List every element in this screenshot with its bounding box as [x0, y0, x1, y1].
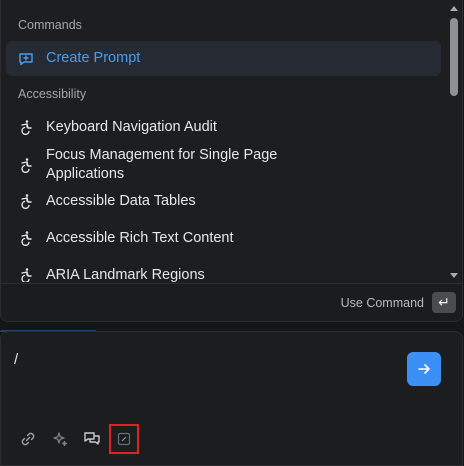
sparkle-icon: [53, 432, 68, 447]
link-icon: [21, 432, 35, 446]
command-list[interactable]: Commands Create Prompt Accessibility Key…: [1, 0, 449, 282]
accessibility-icon: [18, 157, 34, 173]
command-focus-management[interactable]: Focus Management for Single Page Applica…: [6, 145, 441, 185]
enter-key-icon[interactable]: ↵: [432, 292, 456, 313]
scrollbar[interactable]: [450, 6, 458, 278]
command-label: ARIA Landmark Regions: [46, 266, 205, 283]
scroll-down-arrow-icon[interactable]: [450, 273, 458, 278]
accessibility-icon: [18, 193, 34, 209]
send-button[interactable]: [407, 352, 441, 386]
palette-footer: Use Command ↵: [1, 283, 462, 321]
accessibility-icon: [18, 119, 34, 135]
chat-button[interactable]: [77, 424, 107, 454]
command-label: Create Prompt: [46, 50, 141, 66]
command-label: Accessible Rich Text Content: [46, 229, 234, 246]
enhance-button[interactable]: [45, 424, 75, 454]
use-command-label: Use Command: [340, 295, 424, 310]
command-label: Focus Management for Single Page Applica…: [46, 147, 278, 182]
edit-button[interactable]: [109, 424, 139, 454]
command-accessible-rich-text[interactable]: Accessible Rich Text Content: [6, 222, 441, 254]
scroll-up-arrow-icon[interactable]: [450, 6, 458, 11]
accessibility-icon: [18, 267, 34, 282]
prompt-input[interactable]: /: [14, 351, 18, 368]
section-title-accessibility: Accessibility: [18, 87, 87, 101]
link-button[interactable]: [13, 424, 43, 454]
app-root: Commands Create Prompt Accessibility Key…: [0, 0, 464, 466]
chat-bubbles-icon: [84, 432, 100, 445]
command-label: Keyboard Navigation Audit: [46, 118, 217, 135]
command-aria-landmark-regions[interactable]: ARIA Landmark Regions: [6, 259, 441, 282]
command-keyboard-navigation-audit[interactable]: Keyboard Navigation Audit: [6, 111, 441, 143]
command-create-prompt[interactable]: Create Prompt: [6, 41, 441, 76]
scrollbar-thumb[interactable]: [450, 18, 458, 96]
arrow-right-icon: [418, 364, 430, 374]
command-palette: Commands Create Prompt Accessibility Key…: [0, 0, 463, 322]
prompt-input-panel[interactable]: /: [0, 331, 463, 466]
input-toolbar: [1, 424, 201, 454]
message-plus-icon: [18, 51, 34, 67]
accessibility-icon: [18, 230, 34, 246]
section-title-commands: Commands: [18, 18, 82, 32]
command-accessible-data-tables[interactable]: Accessible Data Tables: [6, 185, 441, 217]
command-label: Accessible Data Tables: [46, 192, 196, 209]
edit-square-icon: [117, 432, 131, 446]
